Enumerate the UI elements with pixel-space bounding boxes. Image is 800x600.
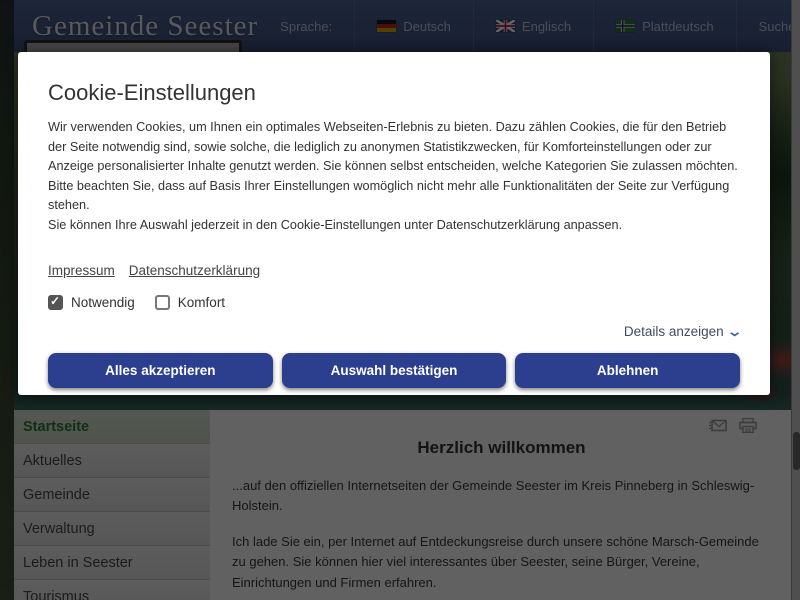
legal-links: Impressum Datenschutzerklärung	[48, 263, 740, 278]
cookie-settings-dialog: Cookie-Einstellungen Wir verwenden Cooki…	[18, 52, 770, 395]
cookie-description-2: Sie können Ihre Auswahl jederzeit in den…	[48, 216, 740, 236]
cookie-description: Wir verwenden Cookies, um Ihnen ein opti…	[48, 118, 740, 216]
checked-checkbox-icon[interactable]	[48, 295, 63, 310]
dialog-title: Cookie-Einstellungen	[48, 80, 740, 106]
chevron-down-icon: ⌄	[726, 324, 742, 340]
details-toggle[interactable]: Details anzeigen⌄	[48, 324, 740, 340]
checkbox-komfort[interactable]: Komfort	[155, 295, 225, 310]
confirm-selection-button[interactable]: Auswahl bestätigen	[282, 353, 507, 388]
dialog-buttons: Alles akzeptieren Auswahl bestätigen Abl…	[48, 353, 740, 388]
browser-viewport: Gemeinde Seester Sprache: Deutsch	[0, 0, 800, 600]
datenschutz-link[interactable]: Datenschutzerklärung	[129, 263, 260, 278]
impressum-link[interactable]: Impressum	[48, 263, 115, 278]
decline-button[interactable]: Ablehnen	[515, 353, 740, 388]
checkbox-notwendig[interactable]: Notwendig	[48, 295, 135, 310]
unchecked-checkbox-icon[interactable]	[155, 295, 170, 310]
cookie-category-checkboxes: Notwendig Komfort	[48, 295, 740, 310]
accept-all-button[interactable]: Alles akzeptieren	[48, 353, 273, 388]
